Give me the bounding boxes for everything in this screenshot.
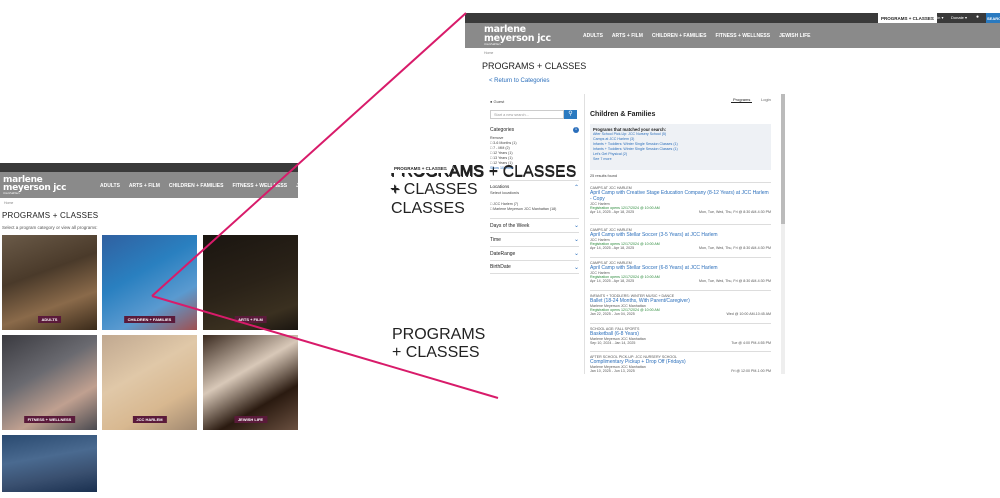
connector-line-top: [151, 12, 467, 297]
connector-line-bottom: [151, 295, 499, 399]
connector-lines: [151, 12, 499, 399]
